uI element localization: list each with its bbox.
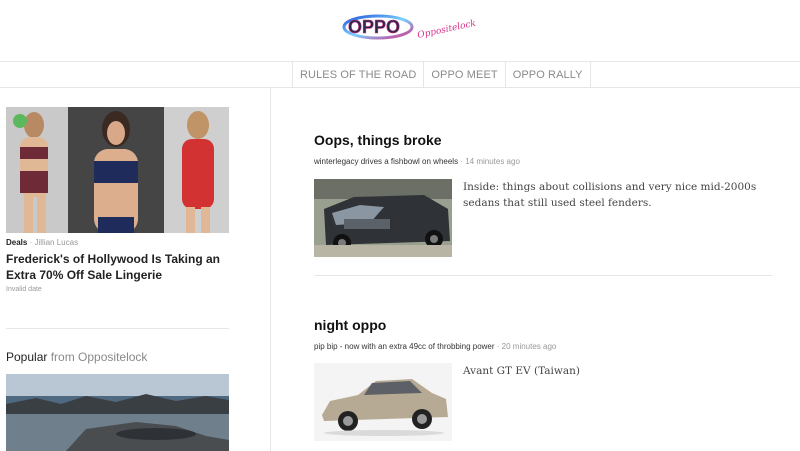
- top-nav: RULES OF THE ROAD OPPO MEET OPPO RALLY: [0, 62, 800, 88]
- post-excerpt[interactable]: Avant GT EV (Taiwan): [463, 363, 775, 379]
- logo-subtitle: Oppositelock: [417, 19, 477, 41]
- nav-oppo-rally[interactable]: OPPO RALLY: [504, 62, 591, 88]
- feed-divider: [314, 275, 772, 276]
- deal-title[interactable]: Frederick's of Hollywood Is Taking an Ex…: [6, 251, 228, 283]
- site-header: OPPO Oppositelock: [0, 0, 800, 62]
- deal-author[interactable]: Jillian Lucas: [34, 238, 78, 247]
- post-excerpt[interactable]: Inside: things about collisions and very…: [463, 179, 775, 211]
- post-meta: winterlegacy drives a fishbowl on wheels…: [314, 157, 520, 166]
- popular-label: Popular: [6, 350, 48, 364]
- post-author[interactable]: pip bip - now with an extra 49cc of thro…: [314, 342, 495, 351]
- popular-heading: Popular from Oppositelock: [6, 350, 147, 364]
- deal-category[interactable]: Deals: [6, 238, 27, 247]
- post-title[interactable]: Oops, things broke: [314, 132, 774, 148]
- deal-image[interactable]: [6, 107, 229, 233]
- nav-oppo-meet[interactable]: OPPO MEET: [423, 62, 504, 88]
- post-title[interactable]: night oppo: [314, 317, 774, 333]
- oppo-logo[interactable]: OPPO Oppositelock: [340, 8, 480, 48]
- sidebar-divider: [6, 328, 229, 329]
- post-time[interactable]: 20 minutes ago: [502, 342, 557, 351]
- post-feed: Oops, things broke winterlegacy drives a…: [272, 88, 800, 451]
- post-thumbnail[interactable]: [314, 363, 452, 441]
- post-meta: pip bip - now with an extra 49cc of thro…: [314, 342, 557, 351]
- logo-wordmark: OPPO: [348, 17, 400, 37]
- deal-badge-icon: [13, 114, 27, 128]
- post-author[interactable]: winterlegacy drives a fishbowl on wheels: [314, 157, 458, 166]
- post-thumbnail[interactable]: [314, 179, 452, 257]
- deal-date: Invalid date: [6, 286, 42, 293]
- post-card: Oops, things broke winterlegacy drives a…: [314, 132, 774, 257]
- sidebar: Deals · Jillian Lucas Frederick's of Hol…: [0, 88, 271, 451]
- post-card: night oppo pip bip - now with an extra 4…: [314, 317, 774, 441]
- popular-image[interactable]: [6, 374, 229, 451]
- deal-meta: Deals · Jillian Lucas: [6, 238, 79, 247]
- popular-from[interactable]: from Oppositelock: [51, 350, 148, 364]
- post-time[interactable]: 14 minutes ago: [465, 157, 520, 166]
- nav-rules-of-the-road[interactable]: RULES OF THE ROAD: [292, 62, 423, 88]
